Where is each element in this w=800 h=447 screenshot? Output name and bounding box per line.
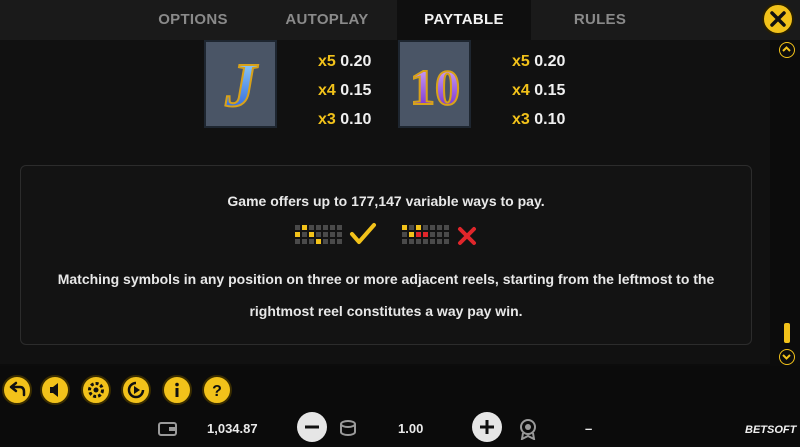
pay-multiplier: x5 [512, 53, 530, 70]
pay-multiplier: x3 [318, 111, 336, 128]
pay-multiplier: x5 [318, 53, 336, 70]
scroll-up-button[interactable] [779, 42, 795, 58]
help-button[interactable]: ? [202, 375, 232, 405]
coins-icon [340, 420, 356, 436]
symbol-10-icon: 10 [409, 58, 461, 116]
pay-multiplier: x3 [512, 111, 530, 128]
cross-icon [458, 227, 476, 245]
svg-text:10: 10 [410, 59, 460, 115]
pay-value: 0.10 [340, 111, 372, 128]
win-value: – [585, 421, 593, 436]
close-button[interactable] [762, 3, 794, 35]
info-button[interactable] [162, 375, 192, 405]
symbol-j-tile: J [204, 40, 277, 128]
svg-text:J: J [225, 52, 259, 120]
tab-options[interactable]: OPTIONS [148, 0, 238, 40]
tab-rules[interactable]: RULES [560, 0, 640, 40]
ways-info-box: Game offers up to 177,147 variable ways … [20, 165, 752, 345]
sound-icon [50, 383, 58, 397]
pay-row: x5 0.20 [512, 53, 565, 71]
bet-value: 1.00 [398, 421, 424, 436]
close-icon [770, 11, 786, 27]
symbol-10-tile: 10 [398, 40, 471, 128]
pay-value: 0.15 [340, 82, 372, 99]
balance-value: 1,034.87 [207, 421, 258, 436]
pay-row: x4 0.15 [318, 82, 371, 100]
decrease-bet-button[interactable] [297, 412, 327, 442]
info-icon [175, 382, 179, 397]
back-button[interactable] [2, 375, 32, 405]
autoplay-icon [127, 381, 145, 399]
tab-bar: OPTIONS AUTOPLAY PAYTABLE RULES [0, 0, 800, 40]
svg-text:?: ? [212, 383, 222, 400]
increase-bet-button[interactable] [472, 412, 502, 442]
pay-multiplier: x4 [512, 82, 530, 99]
ways-heading: Game offers up to 177,147 variable ways … [227, 193, 545, 209]
scroll-thumb[interactable] [784, 323, 790, 343]
settings-icon [88, 382, 104, 398]
ways-rule-line-1: Matching symbols in any position on thre… [57, 271, 715, 287]
tab-autoplay[interactable]: AUTOPLAY [272, 0, 382, 40]
back-icon [9, 381, 26, 397]
plus-icon [480, 420, 494, 434]
minus-icon [305, 425, 319, 429]
valid-ways-example-icon [295, 225, 342, 244]
scroll-down-button[interactable] [779, 349, 795, 365]
pay-value: 0.20 [534, 53, 566, 70]
ways-rule-line-2: rightmost reel constitutes a way pay win… [249, 303, 523, 319]
pay-value: 0.15 [534, 82, 566, 99]
autoplay-button[interactable] [121, 375, 151, 405]
sound-button[interactable] [40, 375, 70, 405]
scrollbar[interactable] [776, 40, 798, 365]
chevron-down-icon [782, 354, 791, 360]
pay-value: 0.10 [534, 111, 566, 128]
wallet-icon [158, 422, 177, 436]
pay-value: 0.20 [340, 53, 372, 70]
chevron-up-icon [782, 46, 791, 52]
pay-row: x3 0.10 [512, 111, 565, 129]
tab-paytable[interactable]: PAYTABLE [397, 0, 531, 40]
pay-row: x3 0.10 [318, 111, 371, 129]
settings-button[interactable] [81, 375, 111, 405]
symbol-j-icon: J [224, 51, 260, 121]
pay-row: x4 0.15 [512, 82, 565, 100]
checkmark-icon [350, 223, 376, 244]
help-icon: ? [212, 383, 222, 400]
pay-multiplier: x4 [318, 82, 336, 99]
brand-logo: BETSOFT [745, 424, 797, 436]
win-badge-icon [520, 419, 536, 440]
pay-row: x5 0.20 [318, 53, 371, 71]
invalid-ways-example-icon [402, 225, 449, 244]
